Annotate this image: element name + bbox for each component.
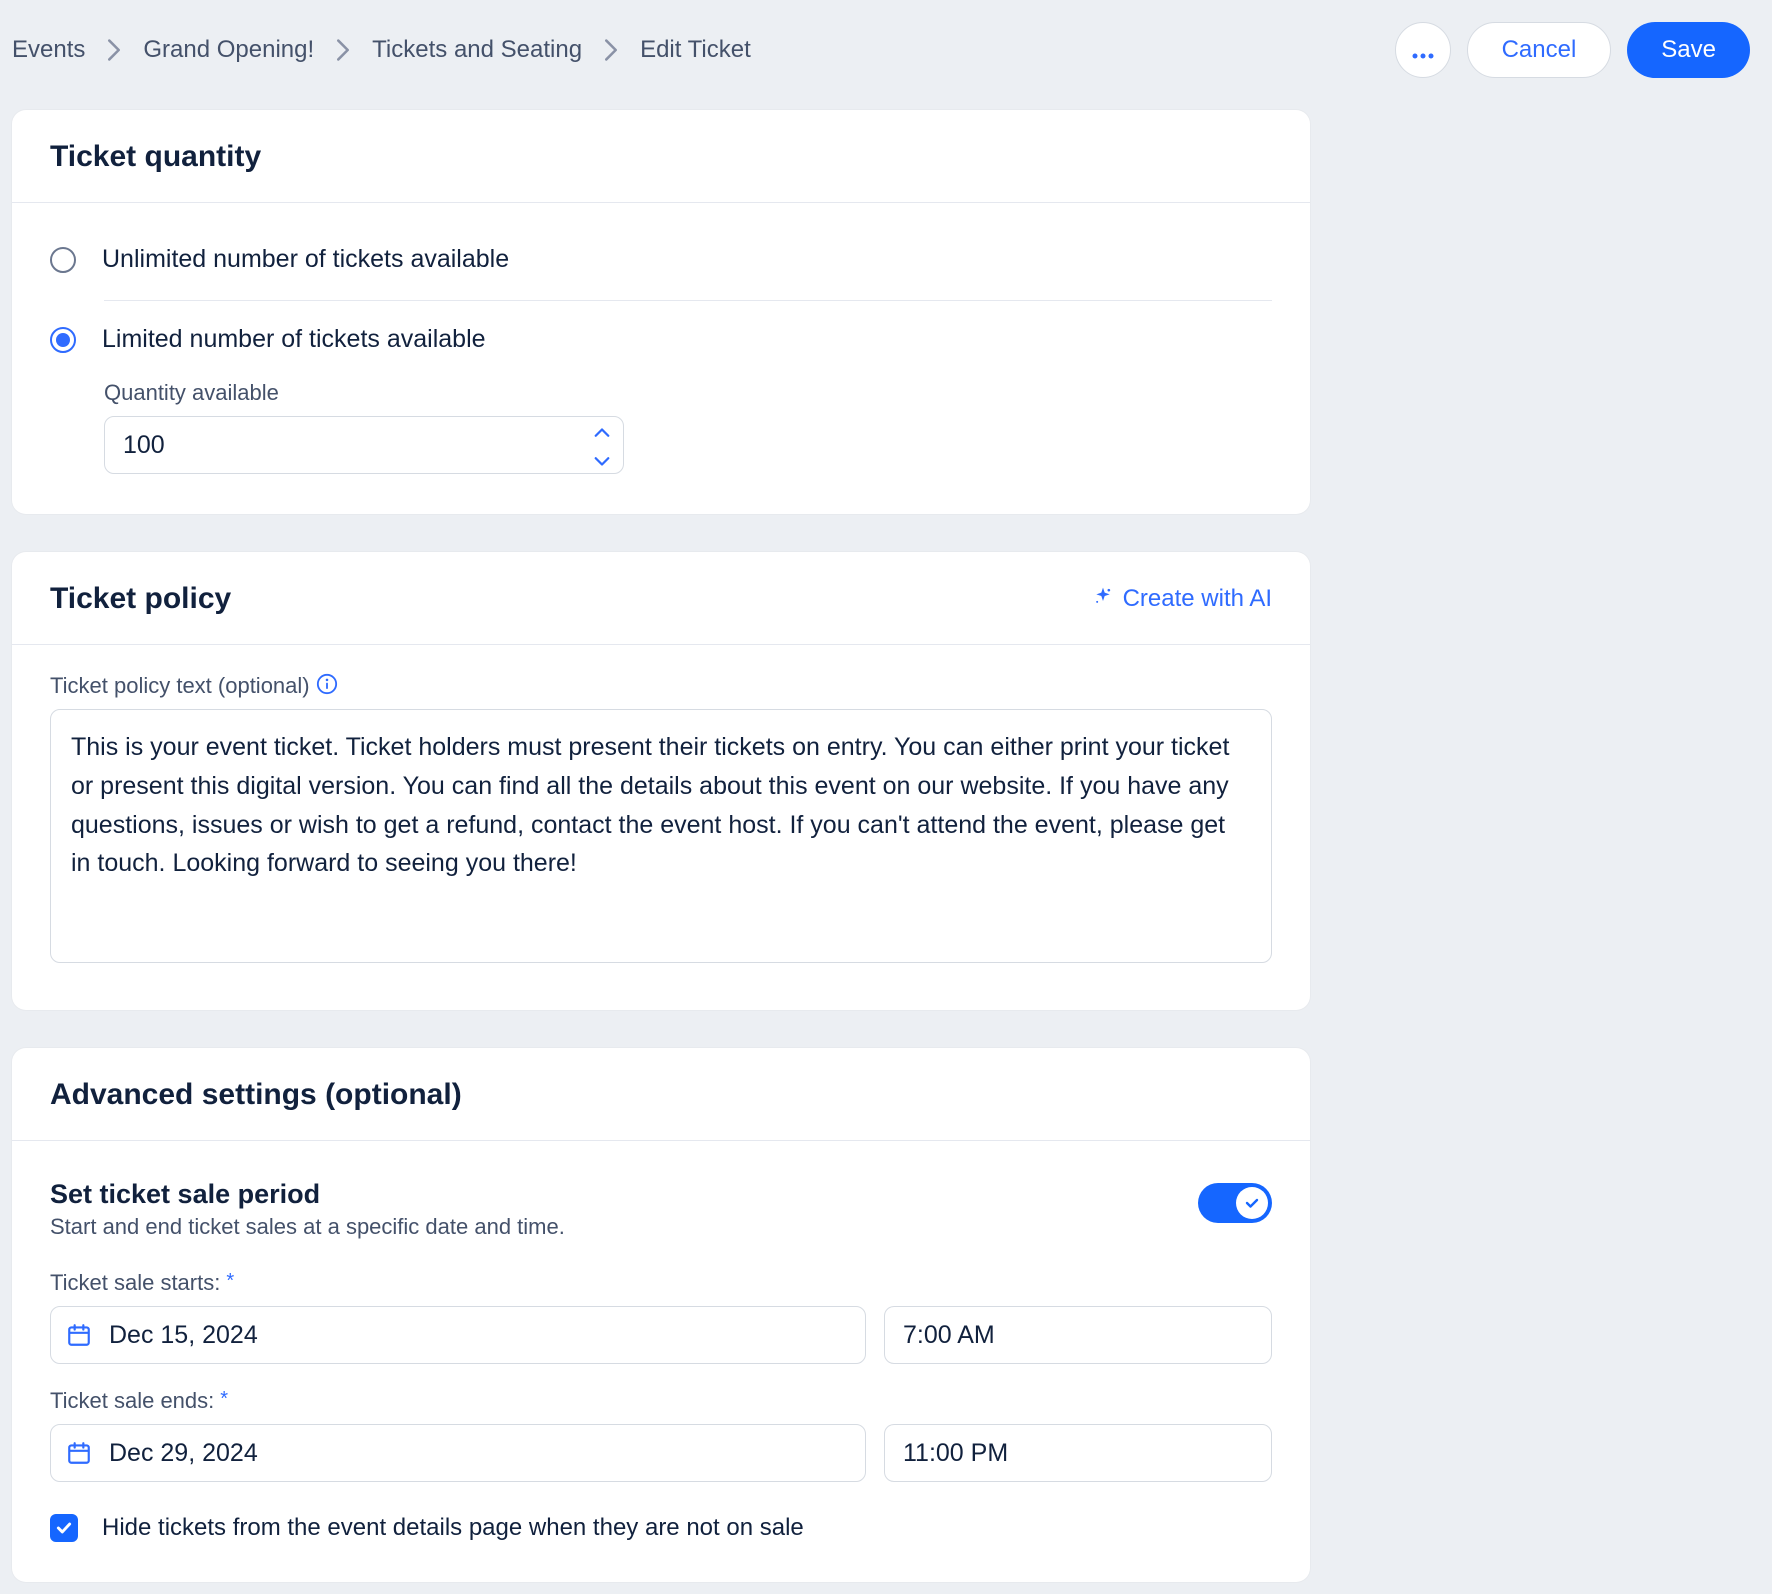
- sale-end-date-wrap: [50, 1424, 866, 1482]
- sale-period-title: Set ticket sale period: [50, 1179, 565, 1210]
- radio-unlimited-row[interactable]: Unlimited number of tickets available: [50, 231, 1272, 300]
- calendar-icon: [66, 1440, 92, 1466]
- policy-text-input[interactable]: [50, 709, 1272, 963]
- calendar-icon: [66, 1322, 92, 1348]
- sale-start-date-input[interactable]: [50, 1306, 866, 1364]
- sale-start-date-wrap: [50, 1306, 866, 1364]
- ticket-quantity-title: Ticket quantity: [50, 140, 261, 174]
- sale-start-label: Ticket sale starts:: [50, 1270, 220, 1296]
- sale-end-time-input[interactable]: [884, 1424, 1272, 1482]
- breadcrumb-grand-opening[interactable]: Grand Opening!: [143, 36, 314, 64]
- breadcrumb: Events Grand Opening! Tickets and Seatin…: [12, 36, 751, 64]
- dots-icon: [1412, 36, 1434, 64]
- policy-text-label: Ticket policy text (optional): [50, 673, 310, 699]
- stepper-down-icon[interactable]: [594, 446, 610, 474]
- card-header: Advanced settings (optional): [12, 1048, 1310, 1141]
- hide-tickets-checkbox[interactable]: [50, 1514, 78, 1542]
- sparkle-icon: [1093, 585, 1113, 613]
- card-header: Ticket quantity: [12, 110, 1310, 203]
- chevron-right-icon: [336, 39, 350, 61]
- required-star-icon: *: [226, 1270, 234, 1293]
- advanced-settings-card: Advanced settings (optional) Set ticket …: [12, 1048, 1310, 1582]
- header-actions: Cancel Save: [1395, 22, 1760, 78]
- option-divider: [104, 300, 1272, 301]
- sale-end-date-input[interactable]: [50, 1424, 866, 1482]
- required-star-icon: *: [220, 1388, 228, 1411]
- sale-period-toggle[interactable]: [1198, 1183, 1272, 1223]
- sale-end-label-row: Ticket sale ends: *: [50, 1388, 1272, 1414]
- stepper-up-icon[interactable]: [594, 416, 610, 444]
- sale-period-sub: Start and end ticket sales at a specific…: [50, 1214, 565, 1240]
- sale-end-label: Ticket sale ends:: [50, 1388, 214, 1414]
- top-bar: Events Grand Opening! Tickets and Seatin…: [0, 0, 1772, 110]
- advanced-settings-title: Advanced settings (optional): [50, 1078, 462, 1112]
- quantity-input-wrap: [104, 416, 624, 474]
- breadcrumb-edit-ticket[interactable]: Edit Ticket: [640, 36, 751, 64]
- info-icon[interactable]: [316, 673, 338, 695]
- radio-limited-row[interactable]: Limited number of tickets available: [50, 319, 1272, 380]
- radio-unlimited-label: Unlimited number of tickets available: [102, 245, 509, 274]
- sale-end-time-wrap: [884, 1424, 1272, 1482]
- radio-unlimited[interactable]: [50, 247, 76, 273]
- sale-start-time-wrap: [884, 1306, 1272, 1364]
- card-header: Ticket policy Create with AI: [12, 552, 1310, 645]
- save-button[interactable]: Save: [1627, 22, 1750, 78]
- breadcrumb-events[interactable]: Events: [12, 36, 85, 64]
- sale-start-label-row: Ticket sale starts: *: [50, 1270, 1272, 1296]
- quantity-input[interactable]: [104, 416, 624, 474]
- radio-limited-label: Limited number of tickets available: [102, 325, 486, 354]
- hide-tickets-label: Hide tickets from the event details page…: [102, 1514, 804, 1542]
- chevron-right-icon: [604, 39, 618, 61]
- chevron-right-icon: [107, 39, 121, 61]
- radio-limited[interactable]: [50, 327, 76, 353]
- ticket-policy-card: Ticket policy Create with AI Ticket poli…: [12, 552, 1310, 1010]
- create-with-ai-label: Create with AI: [1123, 585, 1272, 613]
- toggle-knob: [1236, 1187, 1268, 1219]
- more-actions-button[interactable]: [1395, 22, 1451, 78]
- cancel-button[interactable]: Cancel: [1467, 22, 1612, 78]
- hide-tickets-row[interactable]: Hide tickets from the event details page…: [50, 1506, 1272, 1542]
- ticket-quantity-card: Ticket quantity Unlimited number of tick…: [12, 110, 1310, 514]
- ticket-policy-title: Ticket policy: [50, 582, 231, 616]
- breadcrumb-tickets-seating[interactable]: Tickets and Seating: [372, 36, 582, 64]
- quantity-available-label: Quantity available: [104, 380, 1272, 406]
- create-with-ai-button[interactable]: Create with AI: [1093, 585, 1272, 613]
- sale-start-time-input[interactable]: [884, 1306, 1272, 1364]
- sale-period-row: Set ticket sale period Start and end tic…: [50, 1169, 1272, 1240]
